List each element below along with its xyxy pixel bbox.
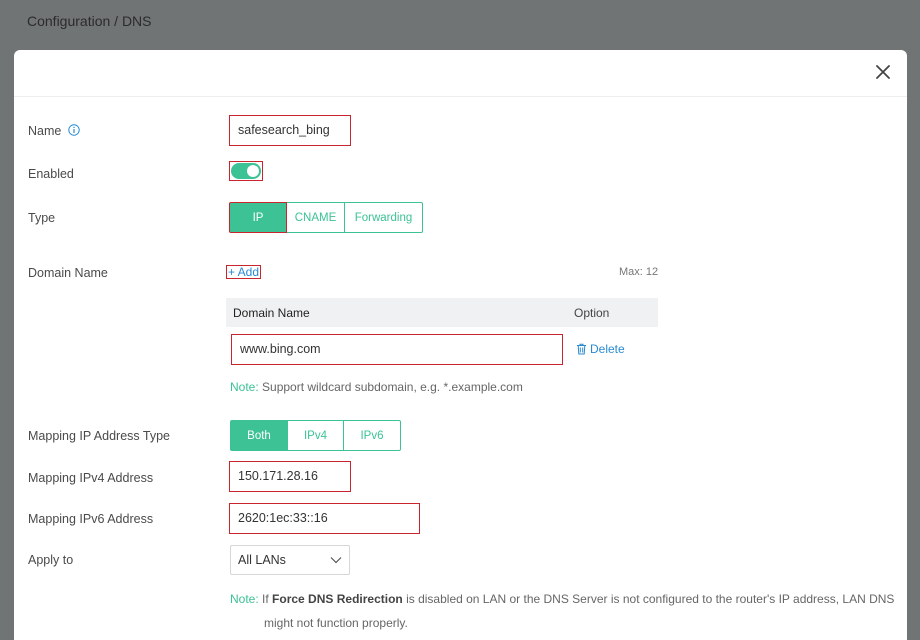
note2-line1: is disabled on LAN or the DNS Server is … <box>406 592 895 606</box>
column-header-option: Option <box>574 305 610 320</box>
mapping-type-segmented-control: Both IPv4 IPv6 <box>230 420 401 451</box>
ipv4-label: Mapping IPv4 Address <box>28 471 154 485</box>
domain-name-label: Domain Name <box>28 266 108 280</box>
info-icon[interactable] <box>68 124 80 139</box>
ipv6-label: Mapping IPv6 Address <box>28 512 154 526</box>
name-label-row: Name <box>28 124 80 139</box>
type-option-forwarding[interactable]: Forwarding <box>344 202 423 233</box>
note2-pre: If <box>262 592 269 606</box>
modal-header <box>14 50 907 97</box>
apply-to-select[interactable]: All LANs <box>230 545 350 575</box>
toggle-knob <box>247 165 259 177</box>
toggle-track <box>231 163 261 179</box>
domain-table: Domain Name Option <box>226 298 658 327</box>
domain-input[interactable]: www.bing.com <box>231 334 563 365</box>
delete-label: Delete <box>590 342 625 356</box>
note2-bold: Force DNS Redirection <box>272 592 403 606</box>
column-header-domain: Domain Name <box>233 305 310 320</box>
chevron-down-icon <box>330 557 342 564</box>
mapping-option-both[interactable]: Both <box>230 420 288 451</box>
mapping-option-ipv4[interactable]: IPv4 <box>287 420 344 451</box>
close-button[interactable] <box>875 64 891 80</box>
domain-note: Note: Support wildcard subdomain, e.g. *… <box>230 377 523 397</box>
dns-redirection-note-line2: might not function properly. <box>264 616 408 630</box>
name-input[interactable]: safesearch_bing <box>229 115 351 146</box>
mapping-type-label: Mapping IP Address Type <box>28 429 170 443</box>
apply-to-value: All LANs <box>238 553 286 567</box>
close-icon <box>876 65 890 79</box>
add-domain-link[interactable]: + Add <box>226 265 262 279</box>
mapping-option-ipv6[interactable]: IPv6 <box>343 420 401 451</box>
note-key: Note: <box>230 380 259 394</box>
type-option-cname[interactable]: CNAME <box>286 202 345 233</box>
delete-button[interactable]: Delete <box>576 342 625 356</box>
trash-icon <box>577 343 586 355</box>
table-header: Domain Name Option <box>226 298 658 327</box>
breadcrumb: Configuration / DNS <box>27 13 152 29</box>
apply-to-label: Apply to <box>28 553 74 567</box>
dns-redirection-note: Note: If Force DNS Redirection is disabl… <box>230 589 910 609</box>
dns-edit-modal: Name safesearch_bing Enabled Type IP CNA… <box>14 50 907 640</box>
name-label: Name <box>28 124 62 138</box>
ipv6-input[interactable]: 2620:1ec:33::16 <box>229 503 420 534</box>
enabled-label: Enabled <box>28 167 74 181</box>
note-text: Support wildcard subdomain, e.g. *.examp… <box>262 380 523 394</box>
type-label: Type <box>28 211 56 225</box>
ipv4-input[interactable]: 150.171.28.16 <box>229 461 351 492</box>
type-segmented-control: IP CNAME Forwarding <box>229 202 423 233</box>
type-option-ip[interactable]: IP <box>229 202 287 233</box>
enabled-toggle[interactable] <box>229 161 263 181</box>
max-count: Max: 12 <box>619 266 659 278</box>
note2-key: Note: <box>230 592 259 606</box>
